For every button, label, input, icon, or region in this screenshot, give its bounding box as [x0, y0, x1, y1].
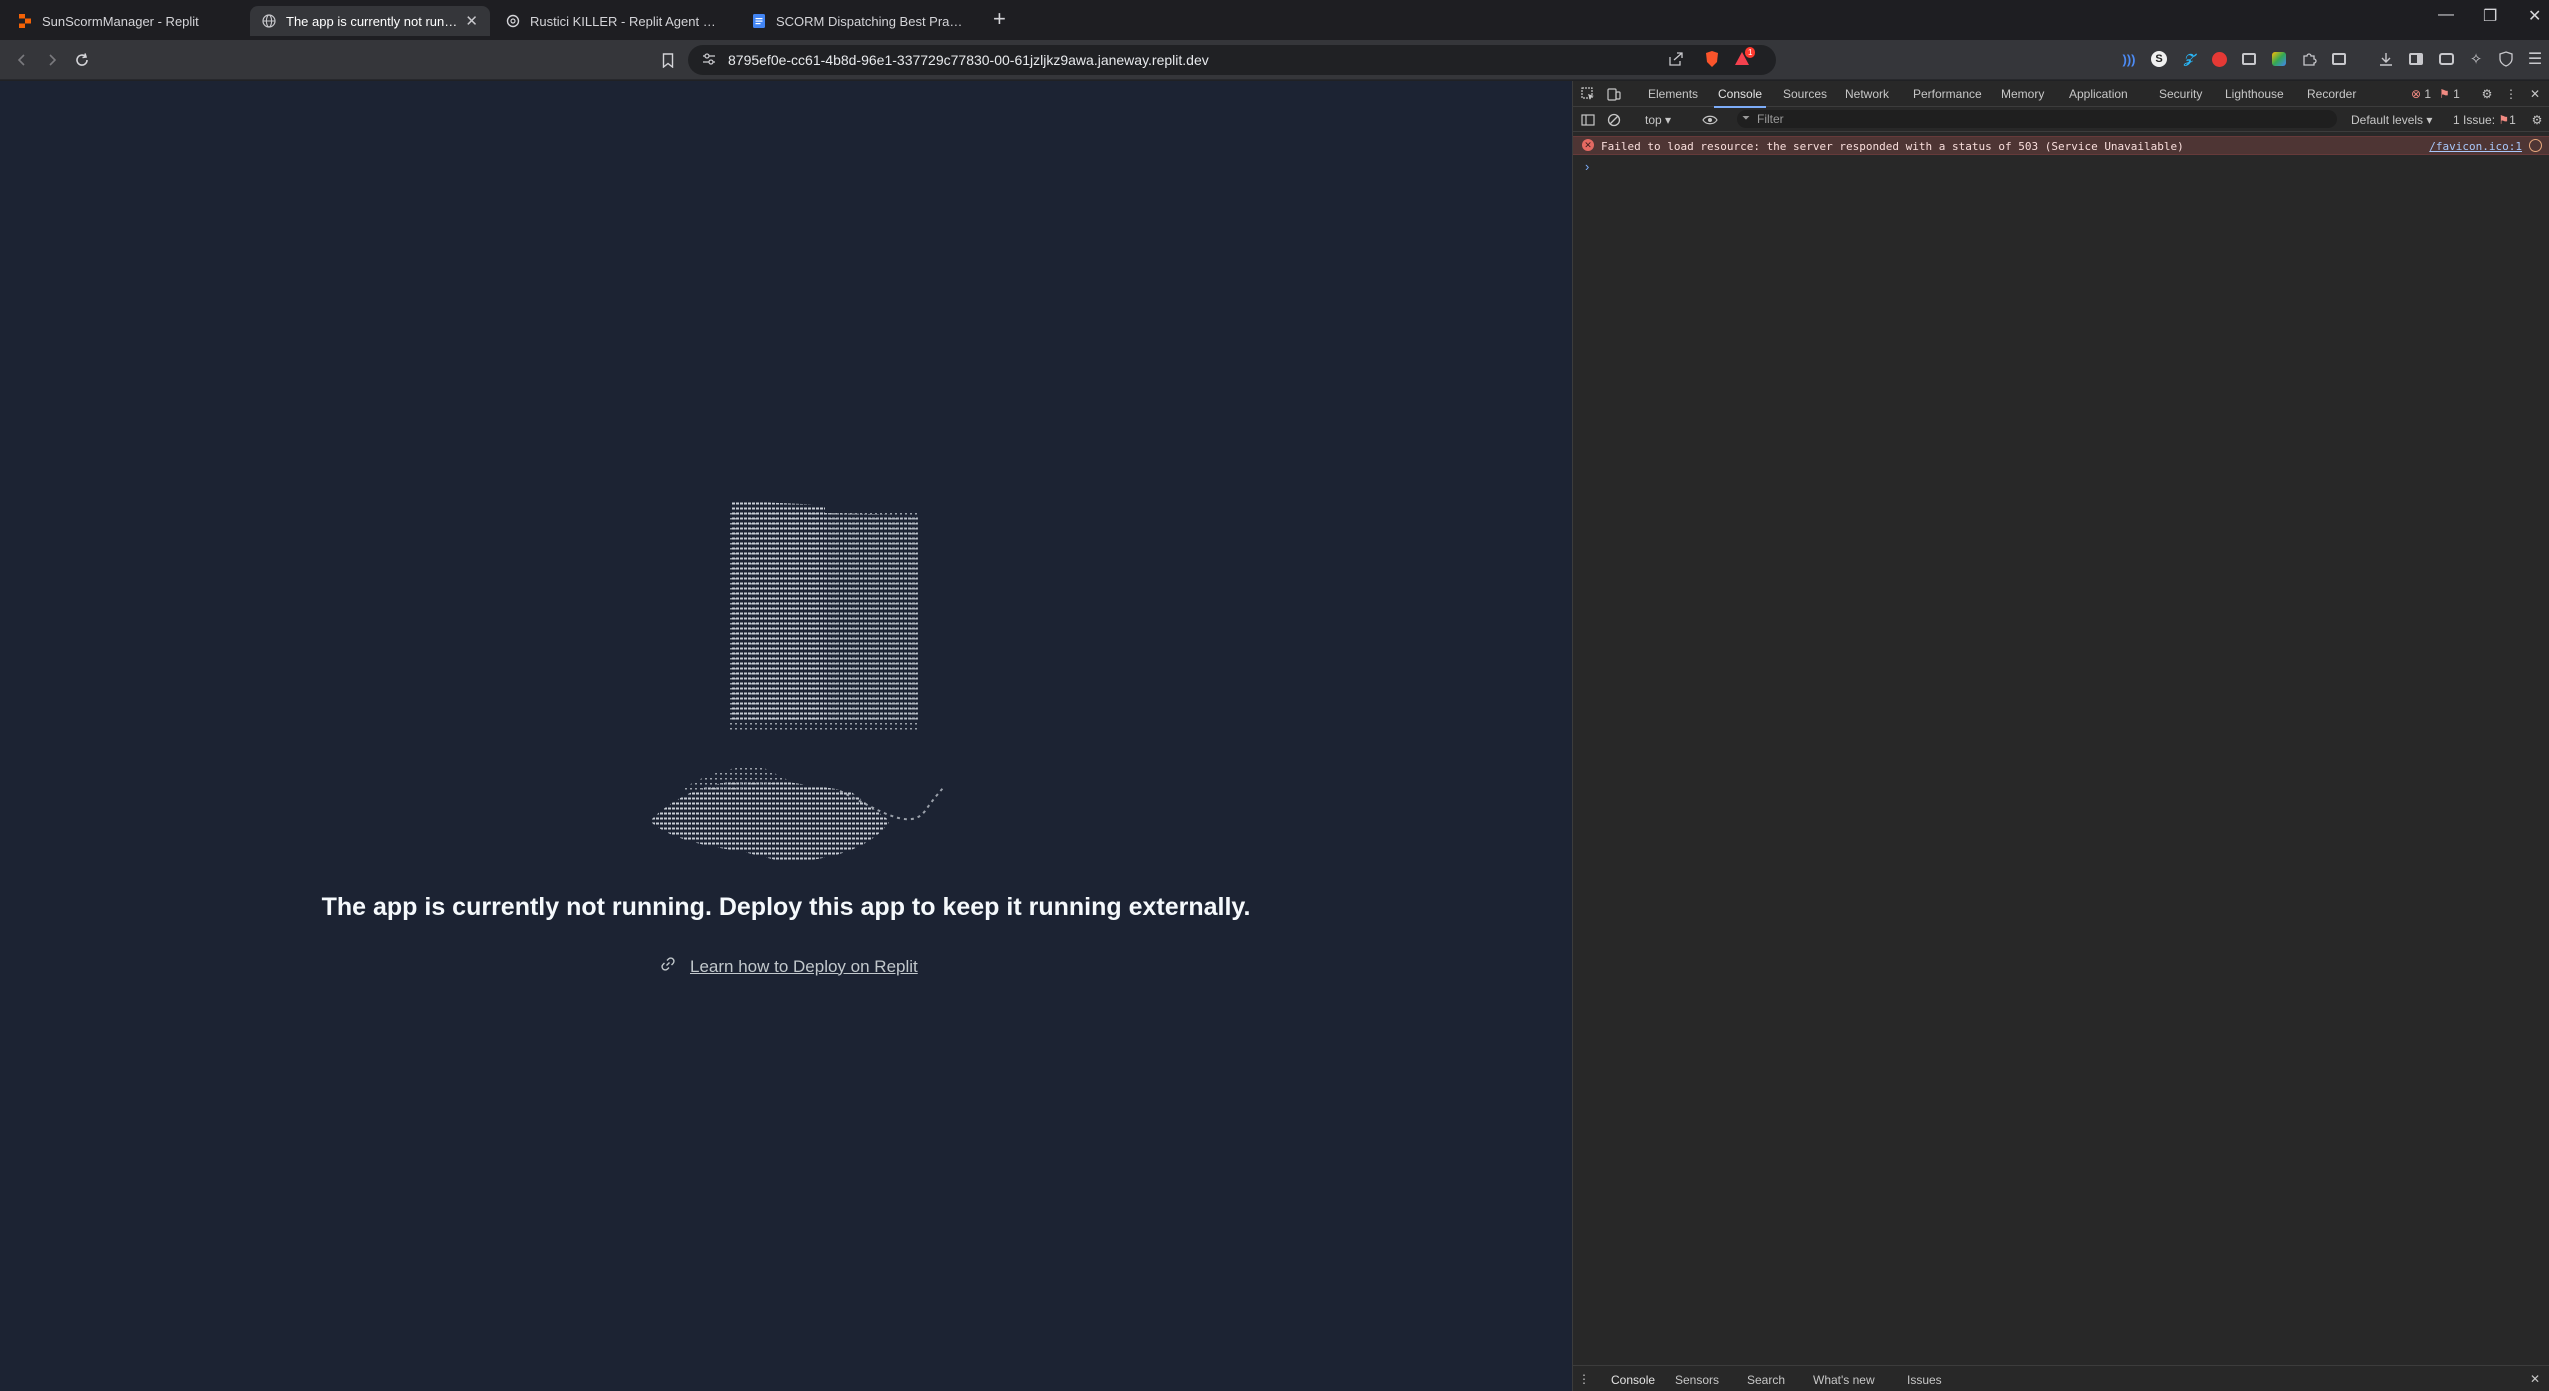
console-filter-bar: top ▾ ⏷ Filter Default levels ▾ 1 Issue:…	[1573, 108, 2549, 132]
vpn-shield-icon[interactable]	[2495, 48, 2517, 70]
back-icon[interactable]	[10, 48, 34, 72]
error-text: Failed to load resource: the server resp…	[1601, 140, 2184, 153]
sidebar-toggle-icon[interactable]	[1579, 111, 1597, 129]
console-prompt[interactable]: ›	[1585, 159, 1589, 174]
url-text: 8795ef0e-cc61-4b8d-96e1-337729c77830-00-…	[728, 52, 1209, 68]
wallet-icon[interactable]	[2435, 48, 2457, 70]
leo-ai-icon[interactable]: ✧	[2465, 48, 2487, 70]
filter-funnel-icon: ⏷	[1742, 113, 1750, 124]
tab-title: Rustici KILLER - Replit Agent Workflo	[530, 13, 722, 29]
deploy-link-row: Learn how to Deploy on Replit	[660, 956, 918, 977]
live-expression-eye-icon[interactable]	[1701, 111, 1719, 129]
context-selector[interactable]: top ▾	[1645, 113, 1671, 127]
devtools-tab-security[interactable]: Security	[2159, 87, 2202, 101]
issue-count-badge[interactable]: ⚑ 1	[2439, 87, 2460, 101]
translate-extension-icon[interactable]: )))	[2118, 48, 2140, 70]
screenshot-extension-icon[interactable]	[2328, 48, 2350, 70]
minimize-icon[interactable]: —	[2438, 6, 2454, 24]
openai-icon	[506, 14, 520, 28]
forward-icon[interactable]	[40, 48, 64, 72]
issues-indicator[interactable]: 1 Issue: ⚑1	[2453, 113, 2516, 127]
download-icon[interactable]	[2375, 48, 2397, 70]
device-toolbar-icon[interactable]	[1605, 85, 1623, 103]
issue-flag-icon: ⚑	[2498, 113, 2510, 127]
tilde-extension-icon[interactable]: 𝒵	[2178, 48, 2200, 70]
restore-icon[interactable]: ❐	[2483, 6, 2497, 26]
page-viewport: The app is currently not running. Deploy…	[0, 81, 1572, 1391]
red-extension-icon[interactable]	[2208, 48, 2230, 70]
notification-badge: 1	[1745, 47, 1756, 58]
tab-strip: SunScormManager - Replit The app is curr…	[0, 0, 2549, 40]
link-icon	[660, 956, 676, 977]
devtools-panel: Elements Console Sources Network Perform…	[1572, 81, 2549, 1391]
devtools-tab-performance[interactable]: Performance	[1913, 87, 1982, 101]
devtools-tab-network[interactable]: Network	[1845, 87, 1889, 101]
bookmark-icon[interactable]	[656, 48, 680, 72]
error-source-link[interactable]: /favicon.ico:1	[2429, 140, 2522, 153]
devtools-tab-console[interactable]: Console	[1713, 87, 1767, 108]
tab-title: The app is currently not running	[286, 13, 458, 29]
clear-console-icon[interactable]	[1605, 111, 1623, 129]
brave-rewards-icon[interactable]: 1	[1733, 47, 1756, 73]
tab-title: SunScormManager - Replit	[42, 13, 199, 29]
brave-shields-icon[interactable]	[1704, 50, 1720, 73]
console-error-message: ✕ Failed to load resource: the server re…	[1573, 136, 2549, 155]
drawer-tab-whats-new[interactable]: What's new	[1813, 1373, 1875, 1387]
globe-icon	[262, 14, 276, 28]
drawer-tab-issues[interactable]: Issues	[1907, 1373, 1942, 1387]
new-tab-button[interactable]: +	[993, 8, 1006, 30]
stack-extension-icon[interactable]	[2238, 48, 2260, 70]
page-headline: The app is currently not running. Deploy…	[321, 893, 1251, 921]
browser-tab-active[interactable]: The app is currently not running ✕	[250, 6, 490, 36]
color-extension-icon[interactable]	[2268, 48, 2290, 70]
devtools-tab-bar: Elements Console Sources Network Perform…	[1573, 81, 2549, 108]
replit-icon	[18, 14, 32, 28]
menu-icon[interactable]: ☰	[2524, 48, 2546, 70]
issue-flag-icon: ⚑	[2439, 87, 2450, 101]
error-icon: ⊗	[2411, 87, 2422, 101]
site-settings-icon[interactable]	[702, 52, 716, 71]
puzzle-extensions-icon[interactable]	[2298, 48, 2320, 70]
devtools-tab-application[interactable]: Application	[2069, 87, 2128, 101]
close-drawer-icon[interactable]: ✕	[2526, 1370, 2544, 1388]
devtools-tab-recorder[interactable]: Recorder	[2307, 87, 2356, 101]
tab-title: SCORM Dispatching Best Practices - (	[776, 13, 968, 29]
close-devtools-icon[interactable]: ✕	[2526, 85, 2544, 103]
error-icon: ✕	[1582, 139, 1594, 151]
sidebar-icon[interactable]	[2405, 48, 2427, 70]
devtools-tab-lighthouse[interactable]: Lighthouse	[2225, 87, 2284, 101]
ai-explain-icon[interactable]	[2529, 139, 2542, 152]
log-levels-dropdown[interactable]: Default levels ▾	[2351, 113, 2432, 127]
browser-toolbar: 8795ef0e-cc61-4b8d-96e1-337729c77830-00-…	[0, 40, 2549, 80]
devtools-tab-elements[interactable]: Elements	[1648, 87, 1698, 101]
docs-icon	[752, 14, 766, 28]
error-count-badge[interactable]: ⊗ 1	[2411, 87, 2431, 101]
browser-tab[interactable]: SunScormManager - Replit	[6, 6, 246, 36]
address-bar[interactable]: 8795ef0e-cc61-4b8d-96e1-337729c77830-00-…	[688, 45, 1776, 75]
more-options-icon[interactable]: ⋮	[2502, 85, 2520, 103]
browser-tab[interactable]: Rustici KILLER - Replit Agent Workflo	[494, 6, 734, 36]
reload-icon[interactable]	[70, 48, 94, 72]
drawer-tab-sensors[interactable]: Sensors	[1675, 1373, 1719, 1387]
console-filter-input[interactable]: ⏷ Filter	[1737, 110, 2337, 128]
s-extension-icon[interactable]: S	[2148, 48, 2170, 70]
inspect-element-icon[interactable]	[1579, 85, 1597, 103]
drawer-menu-icon[interactable]: ⋮	[1575, 1370, 1593, 1388]
browser-tab[interactable]: SCORM Dispatching Best Practices - (	[740, 6, 980, 36]
close-tab-icon[interactable]: ✕	[457, 12, 478, 30]
share-icon[interactable]	[1668, 51, 1684, 72]
close-window-icon[interactable]: ✕	[2528, 6, 2541, 26]
drawer-tab-console[interactable]: Console	[1611, 1373, 1655, 1387]
learn-deploy-link[interactable]: Learn how to Deploy on Replit	[690, 957, 918, 977]
console-settings-icon[interactable]: ⚙	[2528, 111, 2546, 129]
settings-gear-icon[interactable]: ⚙	[2478, 85, 2496, 103]
drawer-tab-search[interactable]: Search	[1747, 1373, 1785, 1387]
ascii-art-illustration	[650, 501, 946, 861]
devtools-tab-sources[interactable]: Sources	[1783, 87, 1827, 101]
devtools-tab-memory[interactable]: Memory	[2001, 87, 2044, 101]
devtools-drawer: ⋮ Console Sensors Search What's new Issu…	[1573, 1365, 2549, 1391]
